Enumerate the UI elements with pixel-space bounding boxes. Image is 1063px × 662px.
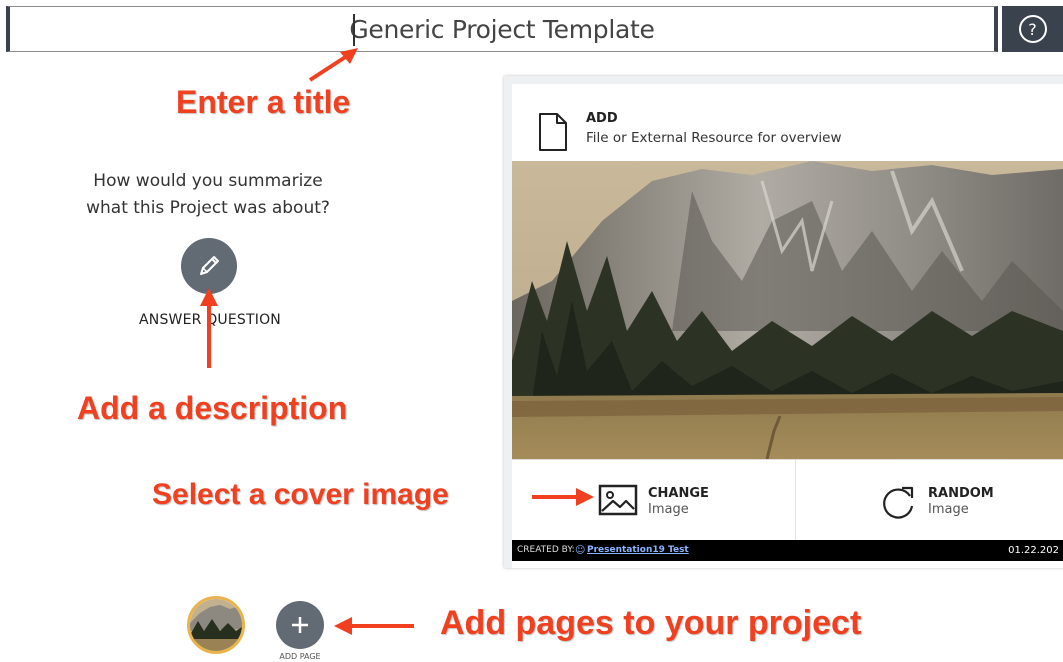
random-image-label: RANDOM	[928, 486, 994, 501]
change-image-button[interactable]: CHANGE Image	[598, 480, 748, 520]
refresh-icon	[883, 486, 914, 519]
add-resource-subtitle: File or External Resource for overview	[586, 130, 842, 146]
page-thumbnail-image	[190, 599, 242, 651]
random-image-button[interactable]: RANDOM Image	[878, 480, 1028, 524]
arrow-to-add-page	[334, 617, 414, 635]
annotation-enter-title: Enter a title	[176, 84, 351, 120]
change-image-sublabel: Image	[648, 502, 689, 517]
created-date: 01.22.202	[1008, 545, 1059, 556]
project-title-bar	[6, 6, 998, 52]
annotation-add-description: Add a description	[77, 390, 348, 426]
image-icon	[598, 484, 638, 516]
creator-link[interactable]: Presentation19 Test	[587, 540, 689, 561]
user-icon: ☺	[575, 545, 586, 556]
add-page-label: ADD PAGE	[279, 652, 321, 661]
summary-prompt: How would you summarize what this Projec…	[60, 168, 356, 222]
created-by-label: CREATED BY:	[517, 545, 575, 555]
cover-image	[512, 161, 1063, 459]
text-caret	[353, 14, 355, 46]
add-resource-title: ADD	[586, 111, 618, 126]
summary-prompt-line2: what this Project was about?	[86, 198, 330, 218]
cover-actions: CHANGE Image RANDOM Image	[512, 459, 1063, 540]
random-image-sublabel: Image	[928, 502, 969, 517]
add-page-button[interactable]	[276, 601, 324, 649]
plus-icon	[292, 617, 308, 633]
annotation-select-cover: Select a cover image	[152, 478, 449, 511]
arrow-to-answer	[200, 288, 218, 368]
change-image-label: CHANGE	[648, 486, 709, 501]
help-button[interactable]: ?	[1002, 6, 1063, 52]
project-title-input[interactable]	[10, 7, 994, 51]
page-thumbnail[interactable]	[187, 596, 245, 654]
add-resource-button[interactable]: ADD File or External Resource for overvi…	[520, 92, 1063, 168]
action-divider	[795, 460, 796, 540]
answer-question-label[interactable]: ANSWER QUESTION	[110, 312, 310, 328]
cover-photo	[512, 161, 1063, 459]
question-circle-icon: ?	[1018, 15, 1047, 43]
summary-prompt-line1: How would you summarize	[93, 171, 323, 191]
file-icon	[539, 113, 567, 151]
answer-question-button[interactable]	[181, 238, 237, 294]
annotation-add-pages: Add pages to your project	[440, 604, 862, 642]
credit-bar: CREATED BY: ☺ Presentation19 Test 01.22.…	[512, 540, 1063, 561]
arrow-to-title	[308, 48, 358, 82]
pencil-icon	[200, 256, 219, 275]
